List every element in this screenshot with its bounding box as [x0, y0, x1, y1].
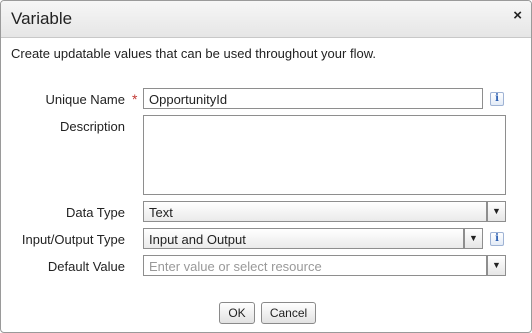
default-value-label: Default Value — [47, 259, 125, 274]
intro-text: Create updatable values that can be used… — [11, 46, 376, 61]
data-type-select[interactable]: Text — [143, 201, 487, 222]
dialog-title: Variable — [11, 9, 73, 28]
unique-name-input[interactable]: OpportunityId — [143, 88, 483, 109]
info-icon[interactable]: i — [490, 92, 504, 106]
chevron-down-icon[interactable]: ▼ — [487, 201, 506, 222]
chevron-down-icon[interactable]: ▼ — [487, 255, 506, 276]
input-output-type-label: Input/Output Type — [21, 232, 125, 247]
close-icon[interactable]: × — [513, 7, 522, 24]
description-label: Description — [59, 119, 125, 134]
unique-name-label: Unique Name — [45, 92, 126, 107]
ok-button[interactable]: OK — [219, 302, 255, 324]
chevron-down-icon[interactable]: ▼ — [464, 228, 483, 249]
cancel-button[interactable]: Cancel — [261, 302, 316, 324]
required-marker: * — [132, 91, 138, 107]
variable-dialog: Variable × Create updatable values that … — [0, 0, 532, 333]
default-value-input[interactable]: Enter value or select resource — [143, 255, 487, 276]
dialog-header: Variable × — [1, 1, 531, 38]
info-icon[interactable]: i — [490, 232, 504, 246]
input-output-type-select[interactable]: Input and Output — [143, 228, 464, 249]
description-textarea[interactable] — [143, 115, 506, 195]
data-type-label: Data Type — [65, 205, 125, 220]
